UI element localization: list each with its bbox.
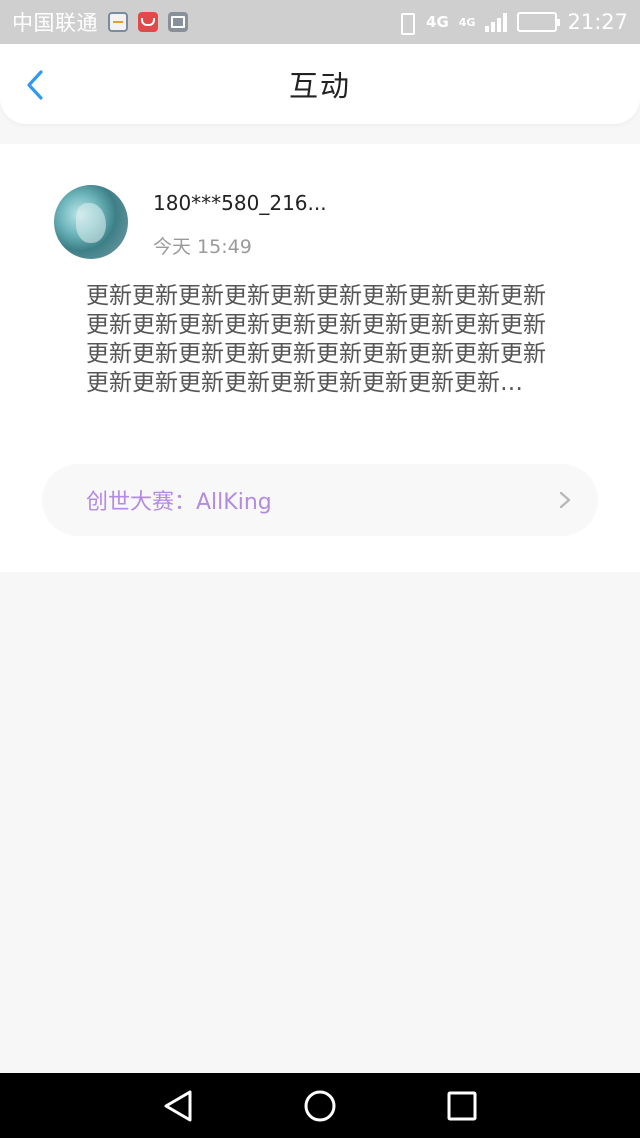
chevron-right-icon [558,490,574,510]
timestamp: 今天 15:49 [153,236,252,258]
back-triangle-icon[interactable] [161,1089,195,1123]
page-title: 互动 [288,69,351,103]
header: 互动 [0,44,640,124]
topic-link[interactable]: 创世大赛：AllKing [42,464,598,536]
carrier-label: 中国联通 [12,11,98,35]
home-circle-icon[interactable] [303,1089,337,1123]
recents-square-icon[interactable] [445,1089,479,1123]
signal-icon [485,12,508,32]
username[interactable]: 180***580_216... [153,191,327,215]
topic-label: 创世大赛：AllKing [86,490,272,515]
post-card[interactable]: 180***580_216... 今天 15:49 更新更新更新更新更新更新更新… [0,144,640,572]
chevron-left-icon [27,70,43,100]
battery-icon [517,12,561,32]
status-right: 4G 4G 21:27 [396,10,628,35]
back-button[interactable] [20,68,50,102]
system-nav-bar [0,1073,640,1138]
status-bar: 中国联通 4G 4G 21:27 [0,0,640,44]
network-label: 4G [426,13,449,31]
clock: 21:27 [567,10,628,34]
status-left: 中国联通 [12,7,188,37]
vibrate-icon [396,11,416,35]
avatar[interactable] [54,185,128,259]
network-label-secondary: 4G [458,16,476,29]
image-icon [168,12,188,32]
red-app-icon [138,12,158,32]
post-body[interactable]: 更新更新更新更新更新更新更新更新更新更新更新更新更新更新更新更新更新更新更新更新… [86,282,562,398]
note-icon [108,12,128,32]
